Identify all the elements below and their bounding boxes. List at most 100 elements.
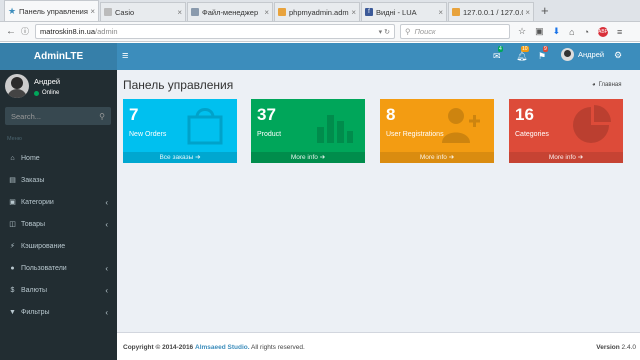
gears-icon[interactable]: ⚙ — [614, 50, 622, 61]
stat-value: 16 — [515, 105, 534, 124]
rights-text: All rights reserved. — [251, 344, 305, 351]
sidebar-item-categories[interactable]: ▣ Категории ‹ — [0, 191, 117, 213]
sidebar-search-input[interactable]: Search... ⚲ — [5, 107, 111, 125]
user-name: Андрей — [578, 50, 605, 59]
top-navbar: ≡ ✉ 4 🔔︎ 10 ⚑ 9 Андрей ⚙ — [117, 43, 640, 70]
stat-footer-link[interactable]: More info ➔ — [509, 152, 623, 163]
close-tab-icon[interactable]: × — [177, 8, 182, 17]
address-bar[interactable]: matroskin8.in.ua/admin ▾ ↻ — [35, 24, 395, 39]
studio-link[interactable]: Almsaeed Studio. — [195, 344, 250, 351]
close-tab-icon[interactable]: × — [90, 7, 95, 16]
star-icon[interactable]: ☆ — [518, 26, 526, 37]
arrow-right-icon: ➔ — [319, 154, 326, 161]
user-status: Online — [34, 90, 59, 96]
sidebar-item-label: Товары — [21, 220, 46, 228]
stat-box-categories: 16 Categories More info ➔ — [509, 99, 623, 163]
home-icon: ⌂ — [10, 154, 15, 162]
sidebar-item-label: Фильтры — [21, 308, 50, 316]
browser-tab[interactable]: f Видні - LUA × — [361, 2, 447, 21]
mail-badge: 4 — [498, 46, 503, 52]
user-menu[interactable]: Андрей — [561, 48, 604, 61]
sidebar-item-orders[interactable]: ▤ Заказы — [0, 169, 117, 191]
menu-header: Меню — [7, 136, 22, 142]
users-icon: ● — [10, 264, 15, 272]
stat-label: New Orders — [129, 131, 167, 138]
pie-chart-icon — [573, 105, 611, 143]
browser-tab-strip: ★ Панель управления × Casio × Файл-менед… — [0, 0, 640, 22]
tab-title: 127.0.0.1 / 127.0.0.1 / — [463, 7, 523, 17]
user-status-label: Online — [42, 90, 60, 96]
tab-title: Панель управления — [19, 6, 88, 16]
search-icon[interactable]: ⚲ — [99, 112, 105, 121]
sidebar-search-placeholder: Search... — [11, 111, 42, 121]
browser-tab[interactable]: Файл-менеджер × — [187, 2, 273, 21]
search-placeholder: Поиск — [414, 27, 436, 36]
footer-label: More info — [419, 154, 447, 161]
logo[interactable]: AdminLTE — [0, 43, 117, 70]
footer-label: More info — [548, 154, 576, 161]
browser-tab[interactable]: 127.0.0.1 / 127.0.0.1 / × — [448, 2, 534, 21]
browser-search-input[interactable]: ⚲ Поиск — [400, 24, 510, 39]
sidebar-item-home[interactable]: ⌂ Home — [0, 147, 117, 169]
bell-icon[interactable]: 🔔︎ 10 — [516, 46, 529, 62]
sidebar-item-users[interactable]: ● Пользователи ‹ — [0, 257, 117, 279]
stat-footer-link[interactable]: More info ➔ — [251, 152, 365, 163]
footer-label: Все заказы — [159, 154, 194, 161]
stat-box-registrations: 8 User Registrations More info ➔ — [380, 99, 494, 163]
stat-value: 8 — [386, 105, 396, 124]
cache-icon: ⚡︎ — [10, 243, 15, 250]
version-label: Version — [596, 344, 620, 351]
bell-badge: 10 — [521, 46, 529, 52]
stat-footer-link[interactable]: Все заказы ➔ — [123, 152, 237, 163]
sidebar-item-filters[interactable]: ▼ Фильтры ‹ — [0, 301, 117, 323]
admin-app: AdminLTE ≡ ✉ 4 🔔︎ 10 ⚑ 9 Андрей ⚙ Андрей On… — [0, 43, 640, 360]
close-tab-icon[interactable]: × — [351, 8, 356, 17]
reload-icon[interactable]: ▾ ↻ — [379, 28, 390, 36]
breadcrumb[interactable]: ◕ Главная — [592, 82, 621, 88]
mail-icon[interactable]: ✉ 4 — [493, 46, 503, 62]
new-tab-button[interactable]: + — [541, 2, 549, 21]
stat-box-products: 37 Product More info ➔ — [251, 99, 365, 163]
stat-label: Categories — [515, 131, 549, 138]
menu-icon[interactable]: ≡ — [617, 27, 622, 37]
pocket-icon[interactable]: ◔ — [584, 27, 589, 37]
stat-box-orders: 7 New Orders Все заказы ➔ — [123, 99, 237, 163]
sidebar-item-label: Валюты — [21, 286, 47, 294]
flag-badge: 9 — [543, 46, 548, 52]
download-icon[interactable]: ⬇ — [553, 26, 561, 37]
sidebar-toggle-icon[interactable]: ≡ — [122, 43, 128, 70]
url-host: matroskin8.in.ua — [40, 27, 96, 36]
sidebar-item-cache[interactable]: ⚡︎ Кэширование — [0, 235, 117, 257]
tab-title: Файл-менеджер — [202, 7, 259, 17]
chevron-left-icon: ‹ — [105, 197, 108, 207]
close-tab-icon[interactable]: × — [525, 8, 530, 17]
stat-label: User Registrations — [386, 131, 444, 138]
clipboard-icon[interactable]: ▣ — [535, 26, 544, 37]
adblock-icon[interactable]: ABP — [598, 26, 608, 37]
version-value: 2.4.0 — [621, 344, 636, 351]
chevron-left-icon: ‹ — [105, 307, 108, 317]
stat-value: 37 — [257, 105, 276, 124]
sidebar-item-label: Заказы — [21, 176, 45, 184]
flag-icon[interactable]: ⚑ 9 — [538, 46, 548, 62]
main-content: Панель управления ◕ Главная 7 New Orders… — [117, 70, 640, 332]
browser-tab[interactable]: phpmyadmin.adm.to × — [274, 2, 360, 21]
browser-tab[interactable]: ★ Панель управления × — [4, 0, 99, 21]
close-tab-icon[interactable]: × — [264, 8, 269, 17]
filters-icon: ▼ — [9, 308, 16, 316]
orders-icon: ▤ — [9, 177, 16, 184]
bar-chart-icon — [317, 115, 353, 143]
arrow-right-icon: ➔ — [195, 154, 201, 161]
info-icon[interactable]: ⓘ — [18, 26, 32, 37]
back-icon[interactable]: ← — [4, 26, 18, 37]
tab-title: Видні - LUA — [376, 7, 417, 17]
categories-icon: ▣ — [9, 199, 16, 206]
arrow-right-icon: ➔ — [448, 154, 455, 161]
close-tab-icon[interactable]: × — [438, 8, 443, 17]
sidebar-item-currency[interactable]: $ Валюты ‹ — [0, 279, 117, 301]
home-icon[interactable]: ⌂ — [569, 27, 574, 37]
stat-footer-link[interactable]: More info ➔ — [380, 152, 494, 163]
sidebar-item-products[interactable]: ◫ Товары ‹ — [0, 213, 117, 235]
stat-value: 7 — [129, 105, 139, 124]
browser-tab[interactable]: Casio × — [100, 2, 186, 21]
